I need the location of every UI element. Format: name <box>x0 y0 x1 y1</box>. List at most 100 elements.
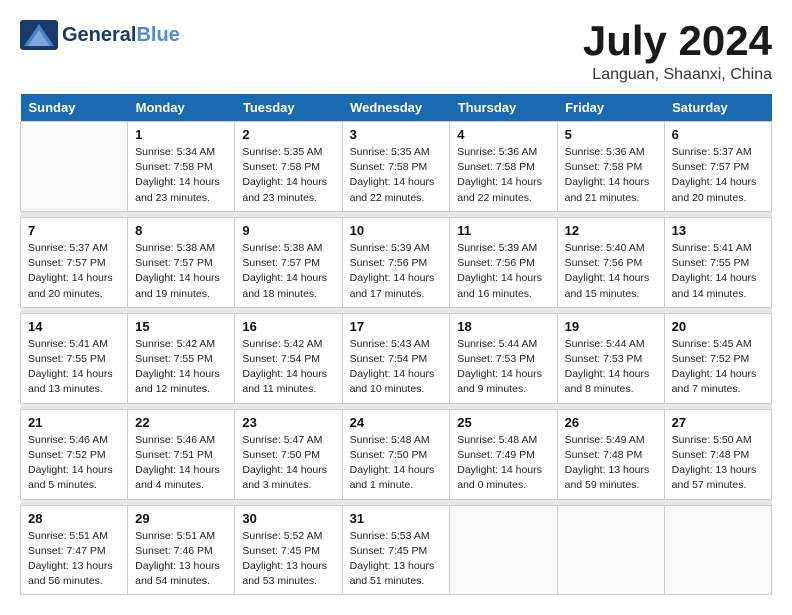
calendar-cell: 8 Sunrise: 5:38 AMSunset: 7:57 PMDaylight… <box>128 217 235 307</box>
day-number: 11 <box>457 223 549 238</box>
day-detail: Sunrise: 5:47 AMSunset: 7:50 PMDaylight:… <box>242 433 334 494</box>
month-title: July 2024 <box>583 20 772 62</box>
calendar-cell: 22Sunrise: 5:46 AMSunset: 7:51 PMDayligh… <box>128 409 235 499</box>
day-number: 4 <box>457 127 549 142</box>
day-detail: Sunrise: 5:50 AMSunset: 7:48 PMDaylight:… <box>672 433 764 494</box>
calendar-cell: 4 Sunrise: 5:36 AMSunset: 7:58 PMDaylight… <box>450 122 557 212</box>
day-detail: Sunrise: 5:36 AMSunset: 7:58 PMDaylight:… <box>565 145 657 206</box>
day-detail: Sunrise: 5:48 AMSunset: 7:49 PMDaylight:… <box>457 433 549 494</box>
day-detail: Sunrise: 5:37 AMSunset: 7:57 PMDaylight:… <box>672 145 764 206</box>
weekday-header-tuesday: Tuesday <box>235 94 342 122</box>
calendar-cell <box>664 505 771 595</box>
day-number: 8 <box>135 223 227 238</box>
calendar-cell: 20 Sunrise: 5:45 AMSunset: 7:52 PMDayligh… <box>664 313 771 403</box>
day-number: 3 <box>350 127 443 142</box>
day-number: 31 <box>350 511 443 526</box>
day-detail: Sunrise: 5:45 AMSunset: 7:52 PMDaylight:… <box>672 337 764 398</box>
weekday-header-saturday: Saturday <box>664 94 771 122</box>
calendar-cell: 17 Sunrise: 5:43 AMSunset: 7:54 PMDayligh… <box>342 313 450 403</box>
day-detail: Sunrise: 5:42 AMSunset: 7:55 PMDaylight:… <box>135 337 227 398</box>
day-number: 24 <box>350 415 443 430</box>
day-detail: Sunrise: 5:36 AMSunset: 7:58 PMDaylight:… <box>457 145 549 206</box>
day-detail: Sunrise: 5:48 AMSunset: 7:50 PMDaylight:… <box>350 433 443 494</box>
title-block: July 2024 Languan, Shaanxi, China <box>583 20 772 84</box>
calendar-cell: 12 Sunrise: 5:40 AMSunset: 7:56 PMDayligh… <box>557 217 664 307</box>
calendar-cell: 18 Sunrise: 5:44 AMSunset: 7:53 PMDayligh… <box>450 313 557 403</box>
calendar-cell: 15 Sunrise: 5:42 AMSunset: 7:55 PMDayligh… <box>128 313 235 403</box>
calendar-cell: 23 Sunrise: 5:47 AMSunset: 7:50 PMDayligh… <box>235 409 342 499</box>
calendar-cell: 24 Sunrise: 5:48 AMSunset: 7:50 PMDayligh… <box>342 409 450 499</box>
weekday-header-thursday: Thursday <box>450 94 557 122</box>
day-number: 19 <box>565 319 657 334</box>
day-number: 14 <box>28 319 120 334</box>
day-number: 27 <box>672 415 764 430</box>
day-number: 6 <box>672 127 764 142</box>
day-number: 12 <box>565 223 657 238</box>
calendar-cell: 9 Sunrise: 5:38 AMSunset: 7:57 PMDaylight… <box>235 217 342 307</box>
day-detail: Sunrise: 5:43 AMSunset: 7:54 PMDaylight:… <box>350 337 443 398</box>
calendar-cell <box>21 122 128 212</box>
day-detail: Sunrise: 5:53 AMSunset: 7:45 PMDaylight:… <box>350 529 443 590</box>
logo: GeneralBlue <box>20 20 180 50</box>
weekday-header-wednesday: Wednesday <box>342 94 450 122</box>
calendar-cell: 11 Sunrise: 5:39 AMSunset: 7:56 PMDayligh… <box>450 217 557 307</box>
day-detail: Sunrise: 5:40 AMSunset: 7:56 PMDaylight:… <box>565 241 657 302</box>
calendar-cell: 25 Sunrise: 5:48 AMSunset: 7:49 PMDayligh… <box>450 409 557 499</box>
weekday-header-friday: Friday <box>557 94 664 122</box>
day-detail: Sunrise: 5:38 AMSunset: 7:57 PMDaylight:… <box>242 241 334 302</box>
calendar-cell: 30 Sunrise: 5:52 AMSunset: 7:45 PMDayligh… <box>235 505 342 595</box>
day-number: 15 <box>135 319 227 334</box>
day-detail: Sunrise: 5:51 AMSunset: 7:47 PMDaylight:… <box>28 529 120 590</box>
day-detail: Sunrise: 5:44 AMSunset: 7:53 PMDaylight:… <box>457 337 549 398</box>
day-detail: Sunrise: 5:42 AMSunset: 7:54 PMDaylight:… <box>242 337 334 398</box>
day-detail: Sunrise: 5:46 AMSunset: 7:52 PMDaylight:… <box>28 433 120 494</box>
day-number: 17 <box>350 319 443 334</box>
day-number: 28 <box>28 511 120 526</box>
calendar-cell: 1Sunrise: 5:34 AMSunset: 7:58 PMDaylight… <box>128 122 235 212</box>
day-detail: Sunrise: 5:46 AMSunset: 7:51 PMDaylight:… <box>135 433 227 494</box>
day-detail: Sunrise: 5:51 AMSunset: 7:46 PMDaylight:… <box>135 529 227 590</box>
day-detail: Sunrise: 5:38 AMSunset: 7:57 PMDaylight:… <box>135 241 227 302</box>
day-detail: Sunrise: 5:41 AMSunset: 7:55 PMDaylight:… <box>28 337 120 398</box>
logo-text-general: General <box>62 24 136 46</box>
day-detail: Sunrise: 5:35 AMSunset: 7:58 PMDaylight:… <box>242 145 334 206</box>
page-header: GeneralBlue July 2024 Languan, Shaanxi, … <box>20 20 772 84</box>
calendar-cell: 5 Sunrise: 5:36 AMSunset: 7:58 PMDaylight… <box>557 122 664 212</box>
calendar-cell: 19 Sunrise: 5:44 AMSunset: 7:53 PMDayligh… <box>557 313 664 403</box>
calendar-cell: 2 Sunrise: 5:35 AMSunset: 7:58 PMDaylight… <box>235 122 342 212</box>
day-number: 9 <box>242 223 334 238</box>
day-detail: Sunrise: 5:35 AMSunset: 7:58 PMDaylight:… <box>350 145 443 206</box>
calendar-cell: 28 Sunrise: 5:51 AMSunset: 7:47 PMDayligh… <box>21 505 128 595</box>
calendar-cell: 31 Sunrise: 5:53 AMSunset: 7:45 PMDayligh… <box>342 505 450 595</box>
calendar-cell: 21 Sunrise: 5:46 AMSunset: 7:52 PMDayligh… <box>21 409 128 499</box>
calendar-cell: 29 Sunrise: 5:51 AMSunset: 7:46 PMDayligh… <box>128 505 235 595</box>
day-number: 20 <box>672 319 764 334</box>
day-number: 23 <box>242 415 334 430</box>
calendar-cell: 14 Sunrise: 5:41 AMSunset: 7:55 PMDayligh… <box>21 313 128 403</box>
day-number: 30 <box>242 511 334 526</box>
day-number: 25 <box>457 415 549 430</box>
day-number: 21 <box>28 415 120 430</box>
weekday-header-sunday: Sunday <box>21 94 128 122</box>
calendar-cell: 27 Sunrise: 5:50 AMSunset: 7:48 PMDayligh… <box>664 409 771 499</box>
logo-text-blue: Blue <box>136 24 179 46</box>
day-detail: Sunrise: 5:44 AMSunset: 7:53 PMDaylight:… <box>565 337 657 398</box>
day-number: 5 <box>565 127 657 142</box>
calendar-cell: 16 Sunrise: 5:42 AMSunset: 7:54 PMDayligh… <box>235 313 342 403</box>
day-number: 18 <box>457 319 549 334</box>
day-detail: Sunrise: 5:37 AMSunset: 7:57 PMDaylight:… <box>28 241 120 302</box>
day-detail: Sunrise: 5:49 AMSunset: 7:48 PMDaylight:… <box>565 433 657 494</box>
location: Languan, Shaanxi, China <box>583 66 772 84</box>
day-number: 29 <box>135 511 227 526</box>
calendar-cell: 26Sunrise: 5:49 AMSunset: 7:48 PMDayligh… <box>557 409 664 499</box>
day-number: 1 <box>135 127 227 142</box>
calendar-cell: 10Sunrise: 5:39 AMSunset: 7:56 PMDayligh… <box>342 217 450 307</box>
calendar-cell <box>450 505 557 595</box>
weekday-header-monday: Monday <box>128 94 235 122</box>
day-number: 2 <box>242 127 334 142</box>
day-detail: Sunrise: 5:52 AMSunset: 7:45 PMDaylight:… <box>242 529 334 590</box>
day-detail: Sunrise: 5:39 AMSunset: 7:56 PMDaylight:… <box>457 241 549 302</box>
day-detail: Sunrise: 5:39 AMSunset: 7:56 PMDaylight:… <box>350 241 443 302</box>
day-number: 16 <box>242 319 334 334</box>
calendar-cell <box>557 505 664 595</box>
